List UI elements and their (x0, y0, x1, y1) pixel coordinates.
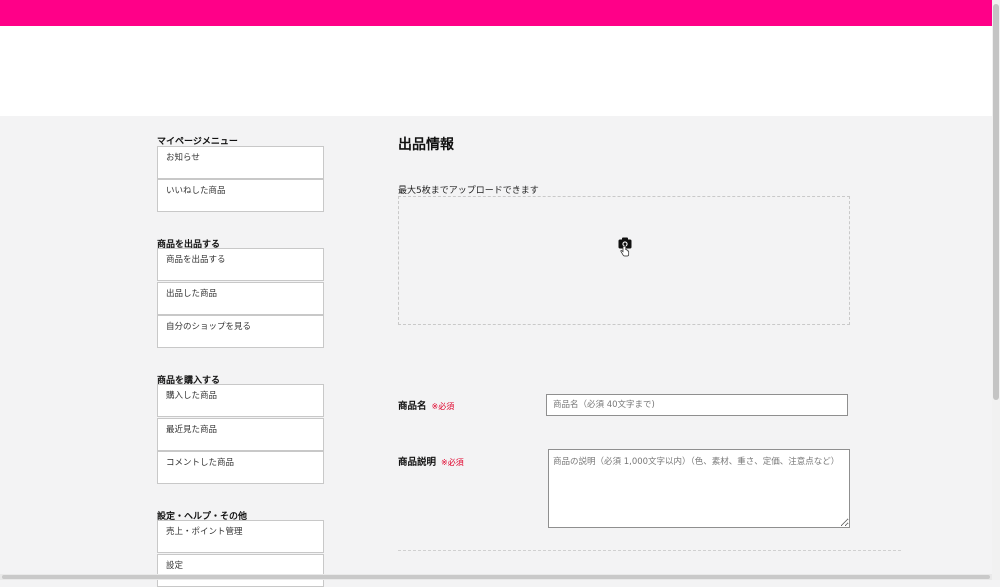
sidebar-item-sell-item[interactable]: 商品を出品する (157, 248, 324, 281)
sidebar-item-liked-items[interactable]: いいねした商品 (157, 179, 324, 212)
brand-bar (0, 0, 1000, 26)
image-upload-dropzone[interactable] (398, 196, 850, 325)
item-name-label-text: 商品名 (398, 401, 427, 412)
vertical-scrollbar[interactable] (992, 0, 1000, 580)
hand-cursor-icon (620, 245, 630, 257)
item-description-label: 商品説明 ※必須 (398, 454, 464, 468)
required-badge: ※必須 (431, 402, 455, 411)
upload-note: 最大5枚までアップロードできます (398, 186, 539, 196)
item-name-input[interactable] (546, 394, 848, 416)
page-header (0, 26, 992, 116)
sidebar-item-purchased-items[interactable]: 購入した商品 (157, 384, 324, 417)
item-description-label-text: 商品説明 (398, 457, 437, 468)
item-description-textarea[interactable] (548, 449, 850, 528)
sidebar-item-my-shop[interactable]: 自分のショップを見る (157, 315, 324, 348)
sidebar-item-notifications[interactable]: お知らせ (157, 146, 324, 179)
sidebar-item-settings[interactable]: 設定 (157, 554, 324, 587)
horizontal-scrollbar-thumb[interactable] (2, 575, 990, 579)
sidebar-item-commented-items[interactable]: コメントした商品 (157, 451, 324, 484)
page-title: 出品情報 (398, 137, 454, 153)
sidebar-item-recently-viewed[interactable]: 最近見た商品 (157, 418, 324, 451)
vertical-scrollbar-thumb[interactable] (993, 4, 999, 400)
item-name-label: 商品名 ※必須 (398, 398, 454, 412)
required-badge: ※必須 (441, 458, 464, 467)
section-divider (398, 550, 901, 551)
horizontal-scrollbar[interactable] (0, 574, 992, 580)
sidebar-item-sales-points[interactable]: 売上・ポイント管理 (157, 520, 324, 553)
sidebar-item-listed-items[interactable]: 出品した商品 (157, 282, 324, 315)
